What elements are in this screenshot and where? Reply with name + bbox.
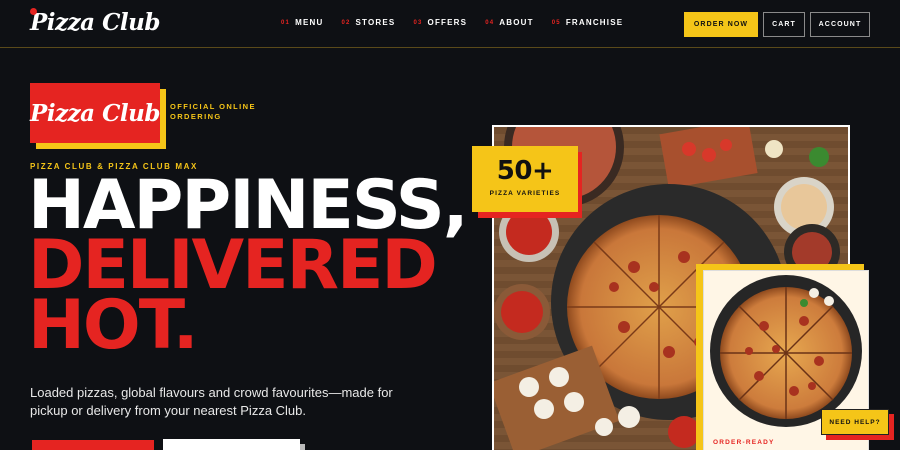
nav-item-menu[interactable]: 01 MENU <box>281 18 323 27</box>
nav-item-about[interactable]: 04 ABOUT <box>485 18 534 27</box>
hero-headline: HAPPINESS, DELIVERED HOT. <box>28 172 469 365</box>
official-ordering-label: OFFICIAL ONLINE ORDERING <box>170 102 256 121</box>
headline-line-3: HOT. <box>28 286 199 365</box>
nav-item-offers[interactable]: 03 OFFERS <box>413 18 467 27</box>
badge-logo-text: Pizza Club <box>30 99 160 127</box>
nav-label: FRANCHISE <box>565 18 624 27</box>
cart-button[interactable]: CART <box>763 12 805 37</box>
main-nav: 01 MENU 02 STORES 03 OFFERS 04 ABOUT 05 … <box>281 18 623 27</box>
nav-label: MENU <box>295 18 324 27</box>
site-header: Pizza Club 01 MENU 02 STORES 03 OFFERS 0… <box>0 0 900 48</box>
brand-logo[interactable]: Pizza Club <box>30 8 160 36</box>
account-button[interactable]: ACCOUNT <box>810 12 870 37</box>
order-now-button[interactable]: ORDER NOW <box>684 12 758 37</box>
logo-text: Pizza Club <box>30 9 160 36</box>
need-help-button[interactable]: NEED HELP? <box>821 409 889 435</box>
nav-number: 02 <box>341 19 351 26</box>
nav-number: 04 <box>485 19 495 26</box>
badge-panel: Pizza Club <box>30 83 160 143</box>
nav-number: 01 <box>281 19 291 26</box>
order-ready-label: ORDER-READY <box>713 439 775 446</box>
stat-value: 50+ <box>496 156 554 186</box>
secondary-cta-button[interactable] <box>163 439 300 450</box>
hero-description: Loaded pizzas, global flavours and crowd… <box>30 385 393 418</box>
nav-number: 05 <box>551 19 561 26</box>
nav-number: 03 <box>413 19 423 26</box>
pizza-varieties-badge: 50+ PIZZA VARIETIES <box>472 146 578 212</box>
nav-label: OFFERS <box>427 18 468 27</box>
nav-item-franchise[interactable]: 05 FRANCHISE <box>552 18 624 27</box>
nav-label: ABOUT <box>499 18 534 27</box>
nav-label: STORES <box>355 18 396 27</box>
primary-cta-button[interactable] <box>32 440 154 450</box>
stat-label: PIZZA VARIETIES <box>489 190 561 197</box>
logo-accent-dot <box>30 8 37 15</box>
nav-item-stores[interactable]: 02 STORES <box>341 18 395 27</box>
